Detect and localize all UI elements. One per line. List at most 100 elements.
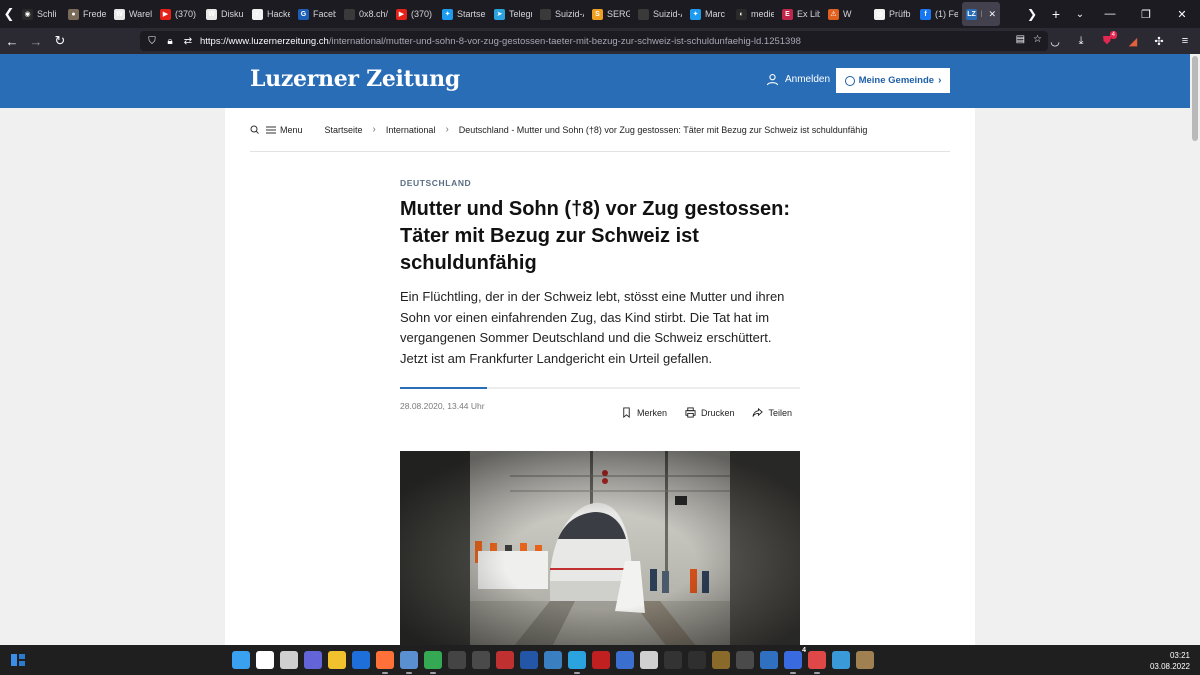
list-all-tabs-icon[interactable]: ⌄ xyxy=(1068,0,1092,28)
publish-date: 28.08.2020, 13.44 Uhr xyxy=(400,401,485,411)
mail-icon[interactable] xyxy=(640,651,658,669)
explorer-icon[interactable] xyxy=(328,651,346,669)
url-text[interactable]: https://www.luzernerzeitung.ch/internati… xyxy=(200,36,801,47)
browser-tab[interactable]: Suizid-AP xyxy=(634,2,686,26)
back-icon[interactable]: ← xyxy=(0,28,24,54)
tools-icon[interactable] xyxy=(736,651,754,669)
widgets-icon[interactable] xyxy=(10,653,26,667)
new-tab-icon[interactable]: + xyxy=(1044,0,1068,28)
wetter-icon[interactable] xyxy=(592,651,610,669)
restore-icon[interactable]: ❐ xyxy=(1128,0,1164,28)
browser-tab[interactable]: ✦ Marc xyxy=(686,2,732,26)
browser-tab[interactable]: S SERG xyxy=(588,2,634,26)
remote-icon[interactable] xyxy=(544,651,562,669)
browser-tab[interactable]: f (1) Fe xyxy=(916,2,962,26)
notes-icon[interactable] xyxy=(832,651,850,669)
reload-icon[interactable]: ↻ xyxy=(48,28,72,54)
tab-favicon-icon: W xyxy=(206,8,217,20)
browser-tab[interactable]: ▶ (370) xyxy=(156,2,202,26)
extension-icon[interactable]: ◢ xyxy=(1122,30,1144,52)
chrome-icon[interactable] xyxy=(424,651,442,674)
tab-close-icon[interactable]: ✕ xyxy=(988,9,996,20)
meine-gemeinde-button[interactable]: Meine Gemeinde › xyxy=(836,68,950,93)
login-link[interactable]: Anmelden xyxy=(766,73,830,86)
browser-tab[interactable]: ● Frede xyxy=(64,2,110,26)
browser-tab[interactable]: ◍ Prüfb xyxy=(870,2,916,26)
task-view-icon[interactable] xyxy=(280,651,298,669)
browser-tab[interactable]: 0x8.ch/Ha xyxy=(340,2,392,26)
defender-icon[interactable] xyxy=(352,651,370,669)
breadcrumb-home[interactable]: Startseite xyxy=(325,125,363,135)
print-button[interactable]: Drucken xyxy=(685,407,734,418)
lock-icon[interactable]: 🔒︎ xyxy=(164,36,176,47)
tool-icon[interactable] xyxy=(472,651,490,669)
menu-button[interactable]: Menu xyxy=(250,125,303,135)
site-logo[interactable]: Luzerner Zeitung xyxy=(250,66,460,92)
doc-icon[interactable] xyxy=(760,651,778,669)
powershell-icon[interactable] xyxy=(520,651,538,669)
article-kicker[interactable]: DEUTSCHLAND xyxy=(400,178,800,188)
ublock-icon[interactable]: ⛊ 4 xyxy=(1096,30,1118,52)
extensions-puzzle-icon[interactable]: ✣ xyxy=(1148,30,1170,52)
browser-tab[interactable]: ✦ Startse xyxy=(438,2,490,26)
start-icon[interactable] xyxy=(232,651,250,669)
address-bar[interactable]: ⛉ 🔒︎ ⇄ https://www.luzernerzeitung.ch/in… xyxy=(140,31,1048,51)
tab-scroll-left-icon[interactable]: ❮ xyxy=(0,0,18,28)
messenger-icon[interactable]: 4 xyxy=(784,647,806,674)
address-bar-actions: ▤ ☆ xyxy=(1016,34,1042,45)
live-icon[interactable] xyxy=(448,651,466,669)
shield-icon[interactable]: ⛉ xyxy=(146,36,158,47)
tab-favicon-icon: ● xyxy=(68,8,79,20)
browser-tab[interactable]: LZ De ✕ xyxy=(962,2,1000,26)
reader-view-icon[interactable]: ▤ xyxy=(1016,34,1025,45)
page-scrollbar[interactable] xyxy=(1190,54,1200,645)
weather-icon[interactable] xyxy=(400,651,418,674)
telegram-icon[interactable] xyxy=(568,651,586,674)
bookmark-star-icon[interactable]: ☆ xyxy=(1033,34,1042,45)
main-content: Menu Startseite › International › Deutsc… xyxy=(225,108,975,645)
browser-tab[interactable]: Suizid-AP xyxy=(536,2,588,26)
app-menu-icon[interactable]: ≡ xyxy=(1174,30,1196,52)
firefox-icon[interactable] xyxy=(376,651,394,674)
browser-tab[interactable]: E Ex Lib xyxy=(778,2,824,26)
terminal-icon[interactable] xyxy=(664,651,682,669)
browser-tab[interactable]: ◉ Schli xyxy=(18,2,64,26)
browser-tab[interactable]: ➤ Telegr xyxy=(490,2,536,26)
bookmark-button[interactable]: Merken xyxy=(621,407,667,418)
tab-label: (1) Fe xyxy=(935,9,958,19)
downloads-icon[interactable]: ⤓ xyxy=(1070,30,1092,52)
site-header: Luzerner Zeitung Anmelden Meine Gemeinde… xyxy=(0,54,1190,108)
browser-tab[interactable]: ◐ Hacke xyxy=(248,2,294,26)
inkscape-icon[interactable] xyxy=(688,651,706,669)
tab-scroll-right-icon[interactable]: ❯ xyxy=(1020,0,1044,28)
misc-icon[interactable] xyxy=(856,651,874,669)
system-clock[interactable]: 03:21 03.08.2022 xyxy=(1150,650,1190,672)
browser-tab[interactable]: W Warel xyxy=(110,2,156,26)
article-photo[interactable] xyxy=(400,451,800,645)
pocket-icon[interactable]: ◡ xyxy=(1044,30,1066,52)
minimize-icon[interactable]: — xyxy=(1092,0,1128,28)
breadcrumb-current: Deutschland - Mutter und Sohn (†8) vor Z… xyxy=(458,124,868,135)
tab-favicon-icon xyxy=(344,8,355,20)
app-icon[interactable] xyxy=(496,651,514,669)
browser-tab[interactable]: W Disku xyxy=(202,2,248,26)
close-window-icon[interactable]: ✕ xyxy=(1164,0,1200,28)
tab-label: Suizid-AP xyxy=(555,9,584,19)
browser-tab[interactable]: ◐ medie xyxy=(732,2,778,26)
permissions-icon[interactable]: ⇄ xyxy=(182,36,194,47)
browser-tab[interactable]: ⚠ W xyxy=(824,2,870,26)
bookmark-label: Merken xyxy=(636,407,667,418)
browser-tab[interactable]: G Faceb xyxy=(294,2,340,26)
notepad-icon[interactable] xyxy=(616,651,634,669)
scrollbar-thumb[interactable] xyxy=(1192,56,1198,141)
chat-icon[interactable] xyxy=(304,651,322,669)
media-icon[interactable] xyxy=(808,651,826,674)
library-icon[interactable] xyxy=(712,651,730,669)
breadcrumb-international[interactable]: International xyxy=(386,125,436,135)
forward-icon[interactable]: → xyxy=(24,28,48,54)
share-button[interactable]: Teilen xyxy=(752,407,792,418)
browser-tab[interactable]: ▶ (370) xyxy=(392,2,438,26)
meine-gemeinde-label: Meine Gemeinde xyxy=(858,75,935,86)
search-icon[interactable] xyxy=(256,651,274,669)
tab-label: W xyxy=(843,9,852,19)
